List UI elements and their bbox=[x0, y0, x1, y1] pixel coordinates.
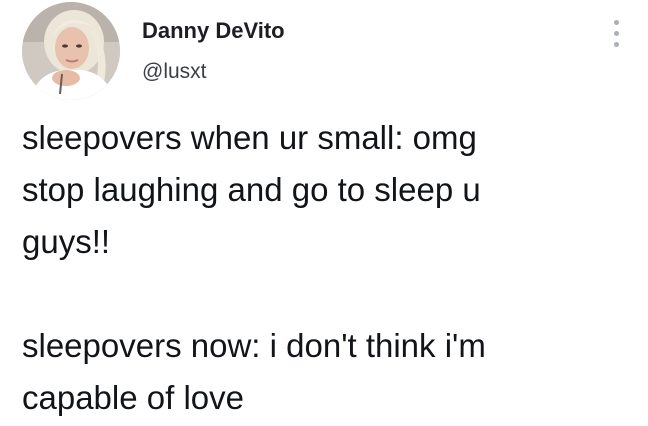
more-options-button[interactable] bbox=[606, 18, 628, 50]
author-handle[interactable]: @lusxt bbox=[142, 60, 207, 84]
tweet-text: sleepovers when ur small: omg stop laugh… bbox=[22, 112, 622, 424]
tweet-line: guys!! bbox=[22, 223, 111, 260]
tweet-line: sleepovers when ur small: omg bbox=[22, 119, 477, 156]
tweet-line: stop laughing and go to sleep u bbox=[22, 171, 481, 208]
author-display-name[interactable]: Danny DeVito bbox=[142, 18, 285, 44]
tweet-line: capable of love bbox=[22, 379, 244, 416]
avatar[interactable] bbox=[22, 2, 120, 100]
avatar-photo bbox=[22, 2, 120, 100]
tweet-card: Danny DeVito @lusxt sleepovers when ur s… bbox=[0, 0, 648, 426]
tweet-line: sleepovers now: i don't think i'm bbox=[22, 327, 486, 364]
